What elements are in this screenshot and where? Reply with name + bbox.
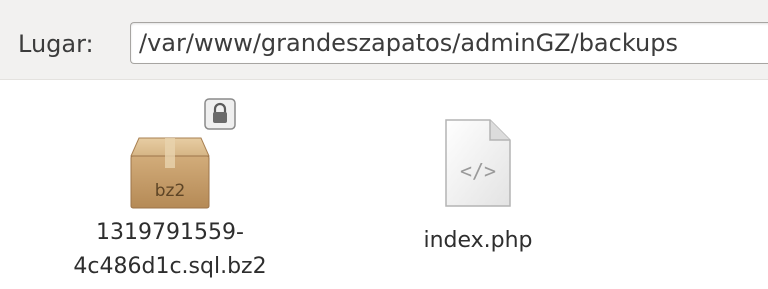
file-item-archive[interactable]: bz2 1319791559- 4c486d1c.sql.bz2 bbox=[40, 92, 300, 288]
archive-box-icon: bz2 bbox=[125, 128, 215, 212]
location-input[interactable]: /var/www/grandeszapatos/adminGZ/backups bbox=[130, 22, 768, 64]
archive-type-label: bz2 bbox=[155, 181, 186, 201]
file-name-archive: 1319791559- 4c486d1c.sql.bz2 bbox=[40, 216, 300, 284]
file-name-php: index.php bbox=[423, 228, 533, 253]
file-name-line-2: 4c486d1c.sql.bz2 bbox=[73, 254, 267, 279]
file-manager-window: Lugar: /var/www/grandeszapatos/adminGZ/b… bbox=[0, 0, 768, 289]
location-bar: Lugar: /var/www/grandeszapatos/adminGZ/b… bbox=[0, 0, 768, 80]
file-name-line-1: 1319791559- bbox=[96, 220, 244, 245]
code-document-icon: </> bbox=[442, 118, 514, 210]
code-glyph: </> bbox=[460, 159, 496, 183]
location-label: Lugar: bbox=[18, 30, 94, 58]
lock-icon bbox=[204, 98, 236, 130]
file-item-php[interactable]: </> index.php bbox=[378, 112, 578, 262]
